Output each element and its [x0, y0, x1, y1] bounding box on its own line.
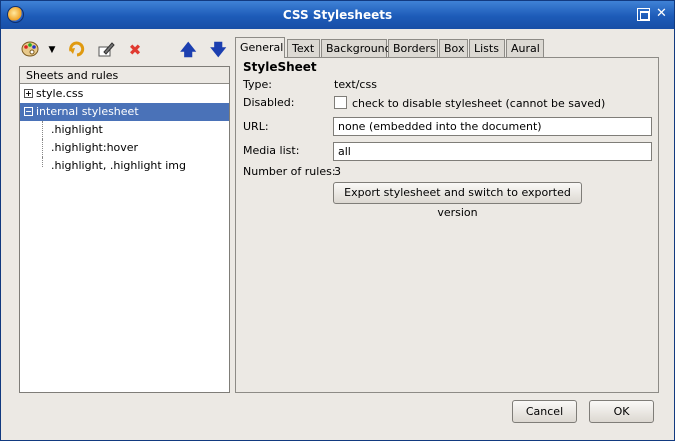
tree-item-label: .highlight:hover	[51, 141, 139, 154]
dropdown-arrow-icon[interactable]: ▼	[46, 41, 58, 59]
tab-text[interactable]: Text	[287, 39, 320, 57]
media-list-label: Media list:	[243, 144, 300, 157]
css-stylesheets-dialog: CSS Stylesheets ✕ ▼ ✖ 🡅 🡇 Sheets and rul…	[0, 0, 675, 441]
export-stylesheet-button[interactable]: Export stylesheet and switch to exported…	[333, 182, 582, 219]
tree-item-label: .highlight, .highlight img	[51, 159, 186, 172]
move-down-icon[interactable]: 🡇	[210, 41, 226, 59]
expand-icon[interactable]: +	[24, 89, 33, 98]
tree-connector	[42, 121, 43, 139]
disabled-label: Disabled:	[243, 96, 295, 109]
collapse-icon[interactable]: −	[24, 107, 33, 116]
reload-icon[interactable]	[67, 41, 87, 59]
close-button[interactable]: ✕	[655, 7, 668, 21]
tree-item-style-css[interactable]: + style.css	[20, 85, 229, 103]
tab-borders[interactable]: Borders	[388, 39, 438, 57]
sheets-tree[interactable]: Sheets and rules + style.css − internal …	[19, 66, 230, 393]
url-label: URL:	[243, 120, 269, 133]
tab-background[interactable]: Background	[321, 39, 392, 57]
maximize-button[interactable]	[637, 8, 650, 21]
tab-general[interactable]: General	[235, 37, 285, 58]
palette-icon[interactable]	[20, 41, 40, 59]
title-bar[interactable]: CSS Stylesheets ✕	[1, 1, 674, 29]
tree-item-rule[interactable]: .highlight	[20, 121, 229, 139]
number-of-rules-value: 3	[334, 165, 341, 178]
tree-connector	[42, 157, 43, 167]
tab-lists[interactable]: Lists	[469, 39, 505, 57]
type-value: text/css	[334, 78, 377, 91]
number-of-rules-label: Number of rules:	[243, 165, 336, 178]
tree-item-internal-stylesheet[interactable]: − internal stylesheet	[20, 103, 229, 121]
media-list-field[interactable]: all	[333, 142, 652, 161]
panel-heading: StyleSheet	[243, 60, 317, 74]
move-up-icon[interactable]: 🡅	[180, 41, 196, 59]
tab-aural[interactable]: Aural	[506, 39, 544, 57]
tree-item-rule[interactable]: .highlight, .highlight img	[20, 157, 229, 175]
window-title: CSS Stylesheets	[282, 8, 393, 22]
type-label: Type:	[243, 78, 272, 91]
tree-item-label: internal stylesheet	[36, 105, 139, 118]
tree-item-label: .highlight	[51, 123, 103, 136]
tree-item-label: style.css	[36, 87, 84, 100]
edit-icon[interactable]	[96, 41, 116, 59]
delete-icon[interactable]: ✖	[126, 41, 144, 59]
tree-header[interactable]: Sheets and rules	[20, 67, 229, 84]
tree-item-rule[interactable]: .highlight:hover	[20, 139, 229, 157]
cancel-button[interactable]: Cancel	[512, 400, 577, 423]
disable-stylesheet-text[interactable]: check to disable stylesheet (cannot be s…	[352, 97, 605, 110]
url-field[interactable]: none (embedded into the document)	[333, 117, 652, 136]
tab-box[interactable]: Box	[439, 39, 468, 57]
tree-connector	[42, 139, 43, 157]
ok-button[interactable]: OK	[589, 400, 654, 423]
disable-stylesheet-checkbox[interactable]	[334, 96, 347, 109]
